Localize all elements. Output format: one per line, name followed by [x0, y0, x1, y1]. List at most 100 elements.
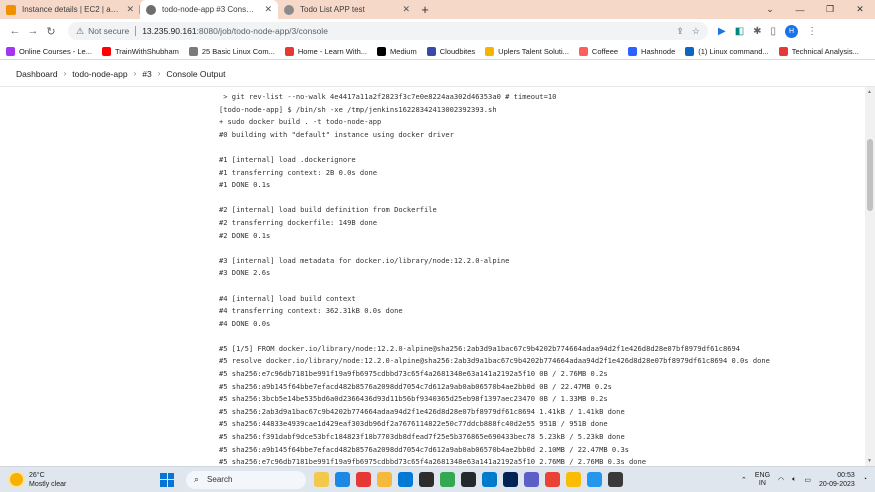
bookmark-item[interactable]: Technical Analysis...: [778, 46, 859, 56]
bookmark-item[interactable]: (1) Linux command...: [685, 46, 769, 56]
region-code: IN: [758, 479, 766, 487]
moon-weather-icon: [10, 473, 23, 486]
tab-todo-app[interactable]: Todo List APP test ✕: [278, 0, 416, 19]
security-label: Not secure: [88, 26, 130, 36]
scrollbar[interactable]: ▲ ▼: [865, 87, 875, 466]
extension-icon[interactable]: ◧: [735, 26, 744, 37]
maximize-icon[interactable]: ❐: [815, 0, 845, 19]
hashnode-icon: [628, 46, 638, 56]
breadcrumb-build[interactable]: #3: [136, 69, 157, 79]
bookmark-label: (1) Linux command...: [698, 46, 769, 56]
file-explorer-icon[interactable]: [314, 472, 329, 487]
docker-icon[interactable]: [587, 472, 602, 487]
aws-favicon-icon: [6, 4, 16, 15]
more-menu-icon[interactable]: ⋮: [807, 26, 817, 37]
breadcrumb-console-output[interactable]: Console Output: [160, 69, 231, 79]
bookmark-item[interactable]: Medium: [377, 46, 417, 56]
close-window-icon[interactable]: ✕: [845, 0, 875, 19]
windows-start-icon[interactable]: [160, 472, 174, 487]
new-tab-button[interactable]: +: [416, 0, 434, 19]
weather-desc: Mostly clear: [29, 480, 67, 488]
puzzle-icon[interactable]: ✱: [753, 26, 761, 37]
bookmark-label: Coffeee: [591, 46, 619, 56]
console-line: #5 sha256:3bcb5e14be535bd6a0d2366436d93d…: [219, 394, 608, 404]
bookmark-item[interactable]: TrainWithShubham: [101, 46, 179, 56]
console-line: #0 building with "default" instance usin…: [219, 129, 454, 139]
language-indicator[interactable]: ENG IN: [755, 472, 770, 488]
close-icon[interactable]: ✕: [264, 4, 272, 15]
bookmark-item[interactable]: Cloudbites: [426, 46, 475, 56]
sidebar-icon[interactable]: ▯: [771, 26, 777, 37]
forward-icon[interactable]: →: [24, 22, 42, 40]
bookmark-item[interactable]: Coffeee: [578, 46, 619, 56]
bookmark-item[interactable]: Uplers Talent Soluti...: [485, 46, 569, 56]
scroll-down-icon[interactable]: ▼: [867, 458, 872, 464]
tab-label: Instance details | EC2 | ap-south: [22, 5, 121, 14]
edge-icon[interactable]: [335, 472, 350, 487]
close-icon[interactable]: ✕: [126, 4, 134, 15]
console-line: > git rev-list --no-walk 4e4417a11a2f282…: [219, 92, 557, 101]
url-host: 13.235.90.161: [142, 26, 197, 36]
scroll-up-icon[interactable]: ▲: [867, 89, 872, 95]
console-line: #1 DONE 0.1s: [219, 180, 271, 190]
console-line: #5 sha256:e7c96db7181be991f19a9fb6975cdb…: [219, 369, 608, 379]
wifi-icon[interactable]: ◠: [778, 476, 784, 484]
bookmark-label: Hashnode: [641, 46, 676, 56]
udemy-icon: [6, 46, 15, 56]
chrome-icon[interactable]: [440, 472, 455, 487]
teams-icon[interactable]: [524, 472, 539, 487]
window-controls: ⌄ — ❐ ✕: [755, 0, 875, 19]
address-bar[interactable]: ⚠ Not secure 13.235.90.161 :8080/job/tod…: [68, 22, 708, 40]
minimize-icon[interactable]: —: [785, 0, 815, 19]
notification-icon[interactable]: ◔: [863, 476, 867, 483]
chevron-up-icon[interactable]: ⌃: [741, 476, 747, 484]
breadcrumb-dashboard[interactable]: Dashboard: [10, 69, 64, 79]
bookmark-star-icon[interactable]: ☆: [692, 26, 700, 37]
share-icon[interactable]: ⇪: [676, 26, 684, 37]
terminal-icon[interactable]: [608, 472, 623, 487]
volume-icon[interactable]: 🔈︎: [792, 476, 796, 484]
browser-tab-strip: Instance details | EC2 | ap-south ✕ todo…: [0, 0, 875, 19]
warning-icon[interactable]: ⚠: [76, 26, 84, 37]
console-line: #5 sha256:a9b145f64bbe7efacd482b8576a209…: [219, 381, 612, 391]
clock[interactable]: 00:53 20-09-2023: [819, 471, 855, 489]
bookmark-label: Online Courses - Le...: [19, 46, 92, 56]
breadcrumb-job[interactable]: todo-node-app: [66, 69, 133, 79]
battery-icon[interactable]: ▭: [804, 476, 811, 484]
bookmark-item[interactable]: 25 Basic Linux Com...: [188, 46, 275, 56]
github-icon[interactable]: [461, 472, 476, 487]
profile-avatar[interactable]: H: [785, 24, 799, 38]
chrome-2-icon[interactable]: [545, 472, 560, 487]
weather-temp: 26°C: [29, 471, 45, 479]
bookmark-item[interactable]: Online Courses - Le...: [6, 46, 92, 56]
chrome-3-icon[interactable]: [566, 472, 581, 487]
scrollbar-thumb[interactable]: [867, 139, 873, 211]
search-label: Search: [207, 475, 233, 484]
bookmark-item[interactable]: Hashnode: [628, 46, 676, 56]
powershell-icon[interactable]: [503, 472, 518, 487]
app-blue-icon[interactable]: [398, 472, 413, 487]
system-tray: ⌃ ENG IN ◠ 🔈︎ ▭ 00:53 20-09-2023 ◔: [741, 471, 875, 489]
page-icon: [778, 46, 788, 56]
opera-icon[interactable]: [356, 472, 371, 487]
extension-icon[interactable]: ▶: [718, 26, 726, 37]
reload-icon[interactable]: ↻: [42, 22, 60, 40]
app-dark-icon[interactable]: [419, 472, 434, 487]
bookmark-item[interactable]: Home - Learn With...: [284, 46, 367, 56]
taskbar-search[interactable]: ⌕ Search: [186, 470, 306, 489]
weather-widget[interactable]: 26°C Mostly clear: [0, 471, 160, 489]
back-icon[interactable]: ←: [6, 22, 24, 40]
console-log: > git rev-list --no-walk 4e4417a11a2f282…: [219, 91, 770, 466]
tab-ec2-instance[interactable]: Instance details | EC2 | ap-south ✕: [0, 0, 140, 19]
console-line: [todo-node-app] $ /bin/sh -xe /tmp/jenki…: [219, 104, 497, 114]
chevron-down-icon[interactable]: ⌄: [755, 0, 785, 19]
tab-jenkins-console[interactable]: todo-node-app #3 Console [Jenk ✕: [140, 0, 278, 19]
vscode-icon[interactable]: [482, 472, 497, 487]
close-icon[interactable]: ✕: [402, 4, 410, 15]
clock-time: 00:53: [837, 471, 855, 479]
console-line: #5 sha256:f391dabf9dce53bfc184823f18b770…: [219, 432, 625, 442]
folder-icon[interactable]: [377, 472, 392, 487]
